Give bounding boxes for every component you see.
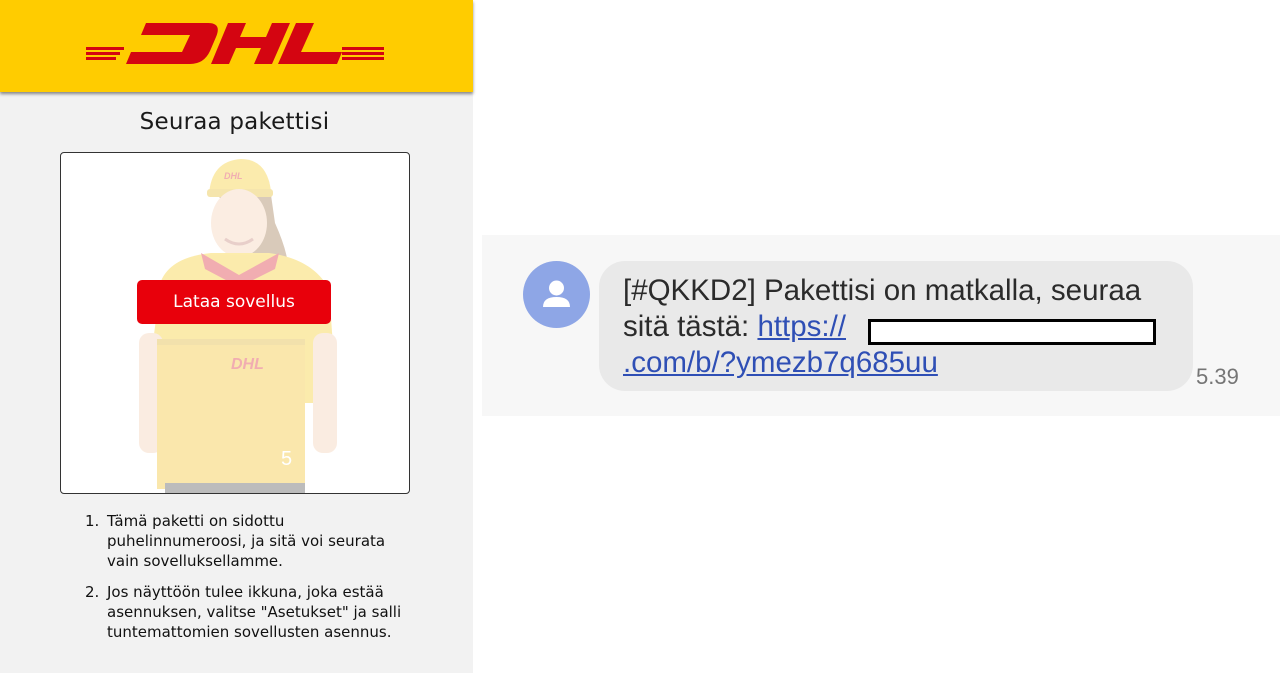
box-logo: DHL bbox=[231, 356, 264, 373]
instruction-text: Tämä paketti on sidottu puhelinnumeroosi… bbox=[107, 512, 386, 570]
instruction-text: Jos näyttöön tulee ikkuna, joka estää as… bbox=[107, 583, 402, 641]
download-app-button[interactable]: Lataa sovellus bbox=[137, 280, 331, 324]
message-time: 5.39 bbox=[1196, 364, 1239, 389]
dhl-header bbox=[0, 0, 473, 92]
page-title: Seuraa pakettisi bbox=[139, 109, 330, 135]
message-link-end[interactable]: .com/b/?ymezb7q685uu bbox=[623, 346, 938, 379]
cap-logo: DHL bbox=[224, 171, 243, 181]
dhl-logo bbox=[86, 23, 384, 64]
instruction-number: 1. bbox=[85, 512, 100, 530]
instructions-list: 1. Tämä paketti on sidottu puhelinnumero… bbox=[85, 511, 407, 653]
message-link-start[interactable]: https:// bbox=[757, 310, 846, 343]
redaction-box bbox=[868, 319, 1156, 345]
instruction-item: 2. Jos näyttöön tulee ikkuna, joka estää… bbox=[85, 582, 407, 642]
instruction-item: 1. Tämä paketti on sidottu puhelinnumero… bbox=[85, 511, 407, 571]
instruction-number: 2. bbox=[85, 583, 100, 601]
sender-avatar[interactable] bbox=[523, 261, 590, 328]
phishing-page: Seuraa pakettisi DHL DHL 5 Lataa sovellu… bbox=[0, 0, 473, 673]
person-icon bbox=[543, 280, 570, 307]
box-number: 5 bbox=[281, 448, 292, 470]
